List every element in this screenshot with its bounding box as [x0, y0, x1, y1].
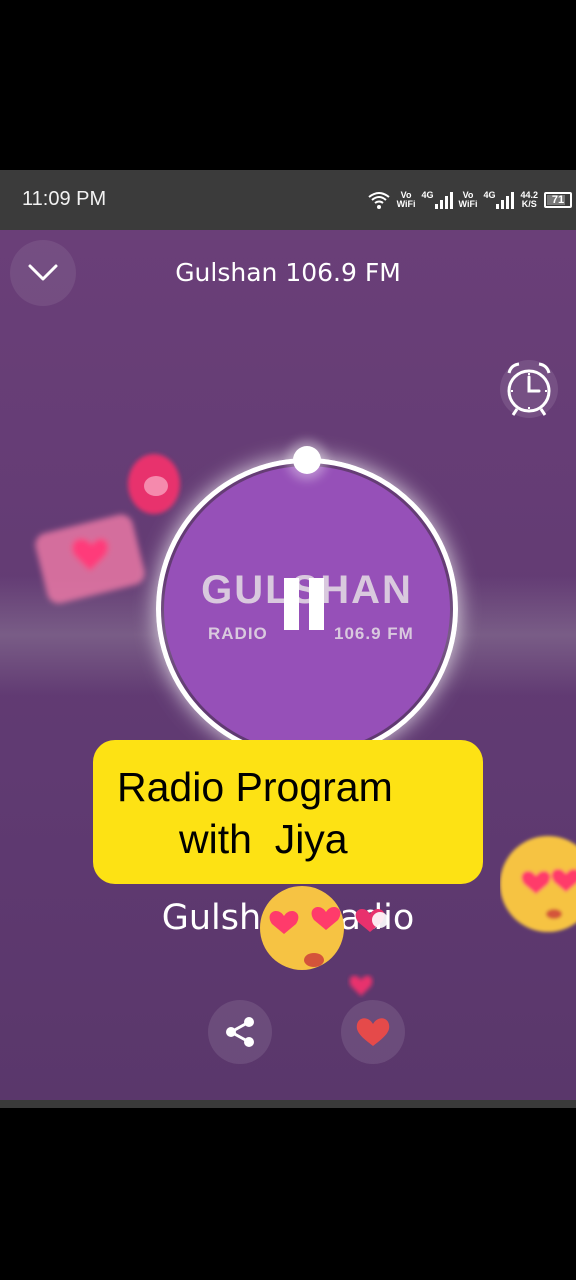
heart-eyes-emoji-icon	[260, 886, 388, 970]
battery-level: 71	[551, 194, 565, 206]
caption-line-1: Radio Program	[117, 764, 393, 810]
player-screen: Gulshan 106.9 FM GULSHAN RADIO 106.9 FM …	[0, 230, 576, 1100]
pause-icon	[284, 578, 299, 630]
share-button[interactable]	[208, 1000, 272, 1064]
like-button[interactable]	[341, 1000, 405, 1064]
vowifi-label-2: Vo WiFi	[458, 190, 478, 209]
pause-icon	[309, 578, 324, 630]
logo-right-text: 106.9 FM	[334, 624, 414, 643]
battery-icon: 71	[544, 192, 572, 208]
top-letterbox	[0, 0, 576, 170]
signal-group-2: 4G	[483, 190, 515, 209]
signal-bars-icon	[496, 191, 515, 209]
seek-knob[interactable]	[293, 446, 321, 474]
logo-left-text: RADIO	[208, 624, 268, 643]
network-speed: 44.2 K/S	[520, 190, 538, 209]
alarm-clock-icon	[507, 362, 551, 416]
caption-overlay: Radio Program with Jiya	[93, 740, 483, 884]
share-icon	[226, 1017, 254, 1047]
heart-icon	[356, 1018, 390, 1046]
status-bar: 11:09 PM Vo WiFi 4G Vo WiFi 4G 44.2 K/S …	[0, 170, 576, 230]
bottom-divider	[0, 1100, 576, 1108]
sleep-timer-button[interactable]	[500, 360, 558, 418]
signal-group-1: 4G	[422, 191, 453, 209]
pause-button[interactable]	[284, 578, 330, 630]
heart-message-sticker	[35, 514, 145, 604]
caption-line-2: with Jiya	[179, 816, 348, 862]
signal-bars-icon	[434, 191, 453, 209]
station-artwork: GULSHAN RADIO 106.9 FM	[156, 446, 458, 760]
heart-eyes-emoji-icon	[500, 836, 576, 932]
wifi-icon	[367, 192, 390, 209]
station-title: Gulshan 106.9 FM	[175, 258, 401, 287]
vowifi-label-1: Vo WiFi	[396, 190, 416, 209]
bottom-letterbox	[0, 1108, 576, 1280]
status-icons: Vo WiFi 4G Vo WiFi 4G 44.2 K/S 71	[367, 186, 572, 214]
status-time: 11:09 PM	[22, 188, 107, 210]
network-type-1: 4G	[421, 190, 434, 200]
network-type-2: 4G	[483, 190, 496, 200]
